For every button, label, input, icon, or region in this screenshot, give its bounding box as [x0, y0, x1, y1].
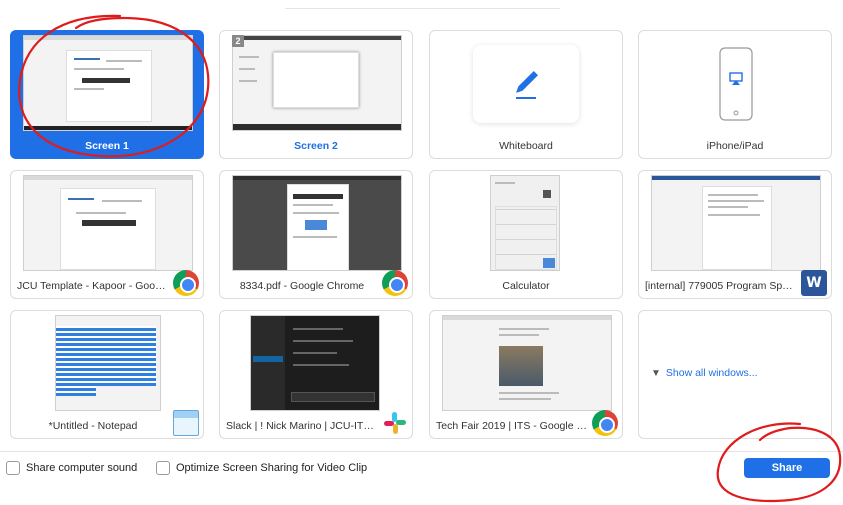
- chrome-icon: [382, 270, 408, 296]
- screen-2-thumbnail: [232, 35, 402, 131]
- tile-label: Screen 2: [294, 140, 338, 152]
- notepad-icon: [173, 410, 199, 436]
- tile-show-all-windows[interactable]: ▼ Show all windows...: [638, 310, 832, 439]
- window-thumbnail: [651, 175, 821, 271]
- tile-window-jcu-template[interactable]: JCU Template - Kapoor - Google ...: [10, 170, 204, 299]
- screen-number-badge: 2: [232, 35, 244, 47]
- show-all-windows-link[interactable]: ▼ Show all windows...: [651, 367, 758, 379]
- share-sound-label: Share computer sound: [26, 462, 138, 474]
- tile-screen-2[interactable]: 2 Screen 2: [219, 30, 413, 159]
- tile-label: Whiteboard: [499, 140, 553, 152]
- tile-window-tech-fair[interactable]: Tech Fair 2019 | ITS - Google Chro...: [429, 310, 623, 439]
- word-icon: W: [801, 270, 827, 296]
- tile-window-calculator[interactable]: Calculator: [429, 170, 623, 299]
- window-thumbnail: [250, 315, 380, 411]
- slack-icon: [382, 410, 408, 436]
- bottom-divider: [0, 451, 843, 452]
- share-sound-option[interactable]: Share computer sound: [6, 461, 137, 475]
- iphone-airplay-icon: [719, 47, 753, 121]
- optimize-video-option[interactable]: Optimize Screen Sharing for Video Clip: [156, 461, 367, 475]
- whiteboard-icon-box: [473, 45, 579, 123]
- window-thumbnail: [442, 315, 612, 411]
- share-source-grid: Screen 1 2 Screen 2 Whiteboard iPhone/iP…: [10, 30, 832, 440]
- tile-screen-1[interactable]: Screen 1: [10, 30, 204, 159]
- tile-label: iPhone/iPad: [706, 140, 764, 152]
- window-thumbnail: [23, 175, 193, 271]
- chrome-icon: [173, 270, 199, 296]
- pencil-icon: [516, 70, 539, 99]
- screen-1-thumbnail: [23, 35, 193, 131]
- tile-window-word-doc[interactable]: [internal] 779005 Program Spons... W: [638, 170, 832, 299]
- share-sound-checkbox[interactable]: [6, 461, 20, 475]
- windows-stack-icon: ▼: [651, 367, 661, 379]
- tile-whiteboard[interactable]: Whiteboard: [429, 30, 623, 159]
- show-all-label: Show all windows...: [665, 367, 758, 379]
- window-thumbnail: [55, 315, 161, 411]
- tile-window-notepad[interactable]: *Untitled - Notepad: [10, 310, 204, 439]
- optimize-video-label: Optimize Screen Sharing for Video Clip: [176, 462, 368, 474]
- optimize-video-checkbox[interactable]: [156, 461, 170, 475]
- tile-label: Screen 1: [85, 140, 129, 152]
- tile-window-slack[interactable]: Slack | ! Nick Marino | JCU-ITS | 2...: [219, 310, 413, 439]
- share-button[interactable]: Share: [744, 458, 830, 478]
- window-thumbnail: [232, 175, 402, 271]
- tile-iphone-ipad[interactable]: iPhone/iPad: [638, 30, 832, 159]
- chrome-icon: [592, 410, 618, 436]
- top-divider: [285, 8, 560, 9]
- window-thumbnail: [490, 175, 560, 271]
- tile-label: Calculator: [502, 280, 550, 292]
- tile-window-8334-pdf[interactable]: 8334.pdf - Google Chrome: [219, 170, 413, 299]
